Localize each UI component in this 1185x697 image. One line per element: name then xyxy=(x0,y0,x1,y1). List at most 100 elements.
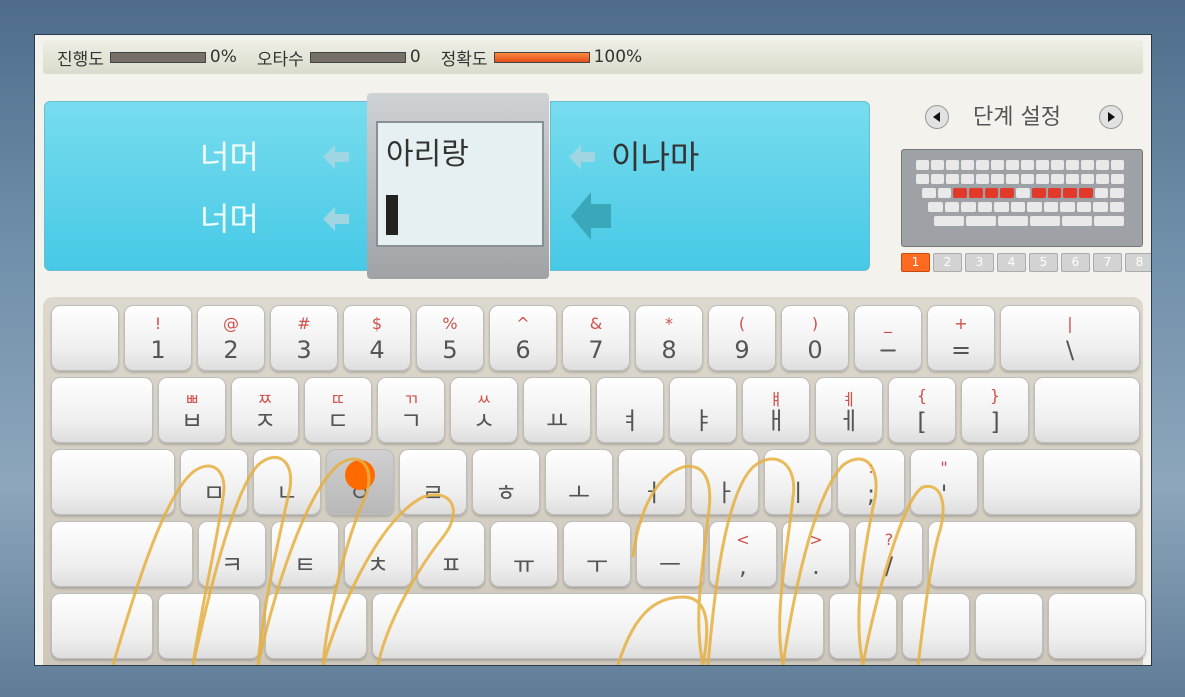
keyboard-key[interactable]: " ' xyxy=(910,449,978,515)
mini-key xyxy=(934,216,964,226)
keyboard-key[interactable] xyxy=(51,449,175,515)
keyboard-key[interactable] xyxy=(928,521,1136,587)
mini-key xyxy=(1109,202,1124,212)
mini-key xyxy=(991,174,1004,184)
key-label: ㅊ xyxy=(366,551,390,579)
keyboard-key[interactable]: + = xyxy=(927,305,995,371)
mini-key xyxy=(1110,188,1124,198)
mini-key xyxy=(916,160,929,170)
keyboard-key[interactable]: ㅏ xyxy=(691,449,759,515)
keyboard-key[interactable]: ㅁ xyxy=(180,449,248,515)
keyboard-key[interactable]: ㅣ xyxy=(764,449,832,515)
keyboard-key[interactable]: ㅃㅂ xyxy=(158,377,226,443)
keyboard-key[interactable] xyxy=(1048,593,1146,659)
keyboard-key[interactable]: }] xyxy=(961,377,1029,443)
key-shift-label: & xyxy=(589,314,603,333)
keyboard-key[interactable] xyxy=(902,593,970,659)
keyboard-key[interactable]: % 5 xyxy=(416,305,484,371)
keyboard-key[interactable]: ㅑ xyxy=(669,377,737,443)
mini-key xyxy=(931,174,944,184)
keyboard-key[interactable]: #3 xyxy=(270,305,338,371)
keyboard-key[interactable]: ㅖㅔ xyxy=(815,377,883,443)
keyboard-key[interactable]: ㅆㅅ xyxy=(450,377,518,443)
key-label: ㅎ xyxy=(494,479,518,507)
progress-bar xyxy=(109,51,206,63)
level-page-button[interactable]: 3 xyxy=(965,253,994,272)
mini-key xyxy=(976,160,989,170)
level-page-button[interactable]: 1 xyxy=(901,253,930,272)
keyboard-key[interactable]: @2 xyxy=(197,305,265,371)
keyboard-key[interactable]: ㅋ xyxy=(198,521,266,587)
keyboard-key[interactable]: ㅉㅈ xyxy=(231,377,299,443)
keyboard-key[interactable]: >. xyxy=(782,521,850,587)
level-page-button[interactable]: 7 xyxy=(1093,253,1122,272)
mini-key xyxy=(922,188,936,198)
mini-key xyxy=(1111,174,1124,184)
keyboard-key[interactable]: ㄴ xyxy=(253,449,321,515)
keyboard-key[interactable]: ㅇ xyxy=(326,449,394,515)
keyboard-key[interactable]: & 7 xyxy=(562,305,630,371)
previous-typed-word: 너머 xyxy=(200,200,259,238)
level-page-button[interactable]: 4 xyxy=(997,253,1026,272)
level-page-button[interactable]: 2 xyxy=(933,253,962,272)
keyboard-key[interactable]: <, xyxy=(709,521,777,587)
keyboard-key[interactable]: ㄲㄱ xyxy=(377,377,445,443)
key-shift-label: * xyxy=(665,314,673,333)
keyboard-key[interactable]: ㅛ xyxy=(523,377,591,443)
keyboard-key[interactable]: {[ xyxy=(888,377,956,443)
mini-key xyxy=(937,188,952,198)
mini-key xyxy=(1016,188,1030,198)
keyboard-key[interactable]: ㅜ xyxy=(563,521,631,587)
mini-key xyxy=(984,188,999,198)
key-label: = xyxy=(950,336,972,364)
keyboard-key[interactable] xyxy=(51,377,153,443)
level-next-button[interactable] xyxy=(1099,105,1123,129)
typing-area[interactable]: 아리랑 xyxy=(376,121,544,247)
keyboard-key[interactable]: ㄹ xyxy=(399,449,467,515)
keyboard-key[interactable] xyxy=(158,593,260,659)
typos-stat: 오타수 0 xyxy=(257,45,421,70)
keyboard-key[interactable]: (9 xyxy=(708,305,776,371)
keyboard-key[interactable]: ! 1 xyxy=(124,305,192,371)
keyboard-key[interactable]: ㄸㄷ xyxy=(304,377,372,443)
keyboard-key[interactable]: ㅠ xyxy=(490,521,558,587)
keyboard-key[interactable] xyxy=(51,305,119,371)
level-page-button[interactable]: 5 xyxy=(1029,253,1058,272)
key-shift-label: _ xyxy=(884,314,892,333)
keyboard-key[interactable]: ㅗ xyxy=(545,449,613,515)
keyboard-key[interactable] xyxy=(975,593,1043,659)
keyboard-key[interactable]: ㅒㅐ xyxy=(742,377,810,443)
keyboard-key[interactable]: ㅌ xyxy=(271,521,339,587)
level-page-button[interactable]: 6 xyxy=(1061,253,1090,272)
keyboard-key[interactable]: | \ xyxy=(1000,305,1140,371)
keyboard-key[interactable]: * 8 xyxy=(635,305,703,371)
keyboard-key[interactable] xyxy=(829,593,897,659)
current-word-box: 아리랑 xyxy=(367,93,549,279)
keyboard-key[interactable]: ㅊ xyxy=(344,521,412,587)
keyboard-key[interactable]: $4 xyxy=(343,305,411,371)
keyboard-key[interactable]: ) 0 xyxy=(781,305,849,371)
keyboard-key[interactable] xyxy=(983,449,1141,515)
key-label: . xyxy=(812,552,820,580)
key-label: ㅂ xyxy=(180,407,204,435)
keyboard-key[interactable] xyxy=(51,521,193,587)
level-page-button[interactable]: 8 xyxy=(1125,253,1151,272)
keyboard-key[interactable]: ㅎ xyxy=(472,449,540,515)
keyboard-key[interactable]: ㅕ xyxy=(596,377,664,443)
keyboard-key[interactable] xyxy=(265,593,367,659)
keyboard-key[interactable]: ㅡ xyxy=(636,521,704,587)
keyboard-key[interactable]: ㅓ xyxy=(618,449,686,515)
keyboard-key[interactable]: _ − xyxy=(854,305,922,371)
key-shift-label: : xyxy=(868,458,874,477)
level-prev-button[interactable] xyxy=(925,105,949,129)
keyboard-key[interactable]: ? / xyxy=(855,521,923,587)
keyboard-key[interactable]: :; xyxy=(837,449,905,515)
keyboard-key[interactable]: ㅍ xyxy=(417,521,485,587)
mini-key xyxy=(1021,174,1034,184)
mini-key xyxy=(1094,188,1109,198)
mini-key xyxy=(961,160,974,170)
keyboard-key[interactable] xyxy=(1034,377,1140,443)
keyboard-key[interactable]: ^ 6 xyxy=(489,305,557,371)
keyboard-key[interactable] xyxy=(372,593,824,659)
keyboard-key[interactable] xyxy=(51,593,153,659)
